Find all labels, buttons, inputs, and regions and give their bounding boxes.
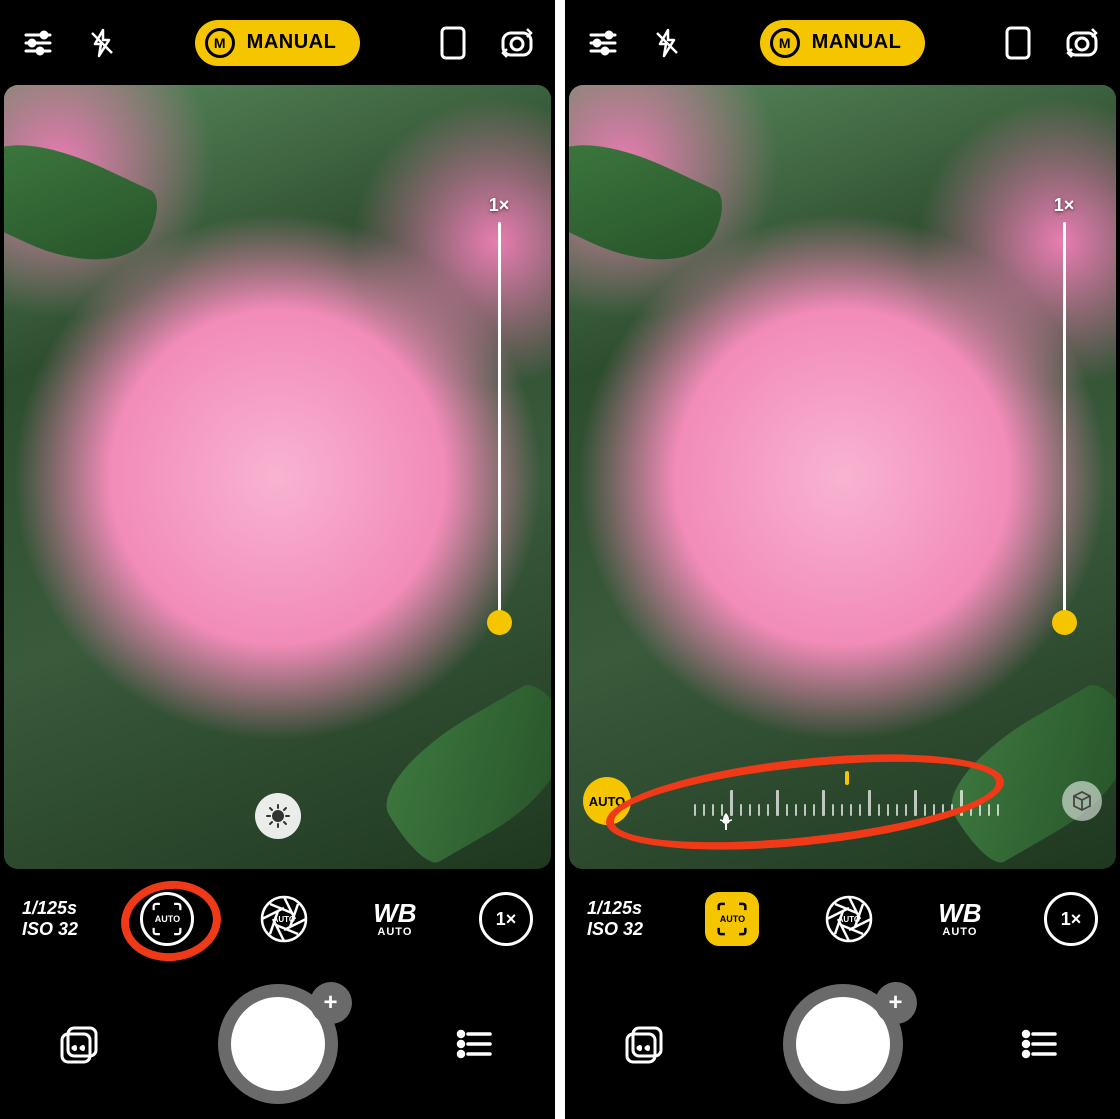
aperture-control-button[interactable]: AUTO xyxy=(257,892,311,946)
wb-sub: AUTO xyxy=(942,926,977,938)
controls-row: 1/125s ISO 32 AUTO AUTO WB AUTO 1× xyxy=(0,869,555,969)
gallery-button[interactable] xyxy=(625,1024,665,1064)
wb-main: WB xyxy=(373,900,416,926)
mode-badge: M xyxy=(770,28,800,58)
exposure-info: 1/125s ISO 32 xyxy=(22,898,78,940)
iso-value: ISO 32 xyxy=(22,919,78,940)
mode-label: MANUAL xyxy=(812,31,902,54)
focus-auto-chip[interactable]: AUTO xyxy=(583,777,631,825)
phone-left: M MANUAL 1× xyxy=(0,0,555,1119)
mode-badge: M xyxy=(205,28,235,58)
gallery-button[interactable] xyxy=(60,1024,100,1064)
flash-off-icon[interactable] xyxy=(647,23,687,63)
menu-list-icon[interactable] xyxy=(1020,1024,1060,1064)
focus-control-button[interactable]: AUTO xyxy=(705,892,759,946)
white-balance-button[interactable]: WB AUTO xyxy=(938,900,981,938)
zoom-handle[interactable] xyxy=(1052,610,1077,635)
wb-main: WB xyxy=(938,900,981,926)
zoom-pill-label: 1× xyxy=(1061,909,1082,930)
zoom-slider[interactable]: 1× xyxy=(1052,195,1076,625)
aperture-label: AUTO xyxy=(838,915,861,924)
exposure-info: 1/125s ISO 32 xyxy=(587,898,643,940)
shutter-speed: 1/125s xyxy=(22,898,78,919)
wb-sub: AUTO xyxy=(377,926,412,938)
zoom-pill-button[interactable]: 1× xyxy=(479,892,533,946)
shutter-row: + xyxy=(565,969,1120,1119)
zoom-label: 1× xyxy=(1054,195,1075,216)
iso-value: ISO 32 xyxy=(587,919,643,940)
mode-pill[interactable]: M MANUAL xyxy=(760,20,926,66)
settings-sliders-icon[interactable] xyxy=(583,23,623,63)
aperture-label: AUTO xyxy=(273,915,296,924)
zoom-label: 1× xyxy=(489,195,510,216)
shutter-row: + xyxy=(0,969,555,1119)
menu-list-icon[interactable] xyxy=(455,1024,495,1064)
shutter-inner xyxy=(796,997,890,1091)
settings-sliders-icon[interactable] xyxy=(18,23,58,63)
switch-camera-icon[interactable] xyxy=(497,23,537,63)
shutter-plus-button[interactable]: + xyxy=(310,982,352,1024)
plus-label: + xyxy=(323,989,337,1017)
focus-control-button[interactable]: AUTO xyxy=(140,892,194,946)
zoom-slider[interactable]: 1× xyxy=(487,195,511,625)
white-balance-button[interactable]: WB AUTO xyxy=(373,900,416,938)
zoom-pill-label: 1× xyxy=(496,909,517,930)
topbar: M MANUAL xyxy=(565,0,1120,85)
focus-cube-button[interactable] xyxy=(1062,781,1102,821)
shutter-wrap: + xyxy=(218,984,338,1104)
focus-tick-row xyxy=(694,786,999,816)
plus-label: + xyxy=(888,989,902,1017)
viewfinder[interactable]: 1× AUTO xyxy=(569,85,1116,869)
mode-label: MANUAL xyxy=(247,31,337,54)
focus-label: AUTO xyxy=(155,914,180,924)
mode-pill[interactable]: M MANUAL xyxy=(195,20,361,66)
focus-scale[interactable] xyxy=(641,769,1052,833)
phone-right: M MANUAL 1× xyxy=(565,0,1120,1119)
zoom-handle[interactable] xyxy=(487,610,512,635)
switch-camera-icon[interactable] xyxy=(1062,23,1102,63)
focus-label: AUTO xyxy=(720,914,745,924)
shutter-plus-button[interactable]: + xyxy=(875,982,917,1024)
zoom-track xyxy=(498,222,501,625)
aperture-control-button[interactable]: AUTO xyxy=(822,892,876,946)
aspect-icon[interactable] xyxy=(998,23,1038,63)
zoom-pill-button[interactable]: 1× xyxy=(1044,892,1098,946)
focus-indicator xyxy=(845,771,849,785)
topbar: M MANUAL xyxy=(0,0,555,85)
flash-off-icon[interactable] xyxy=(82,23,122,63)
brightness-button[interactable] xyxy=(255,793,301,839)
viewfinder[interactable]: 1× xyxy=(4,85,551,869)
focus-overlay: AUTO xyxy=(569,755,1116,847)
macro-icon xyxy=(715,810,737,837)
zoom-track xyxy=(1063,222,1066,625)
shutter-wrap: + xyxy=(783,984,903,1104)
shutter-speed: 1/125s xyxy=(587,898,643,919)
controls-row: 1/125s ISO 32 AUTO AUTO WB AUTO 1× xyxy=(565,869,1120,969)
shutter-inner xyxy=(231,997,325,1091)
aspect-icon[interactable] xyxy=(433,23,473,63)
